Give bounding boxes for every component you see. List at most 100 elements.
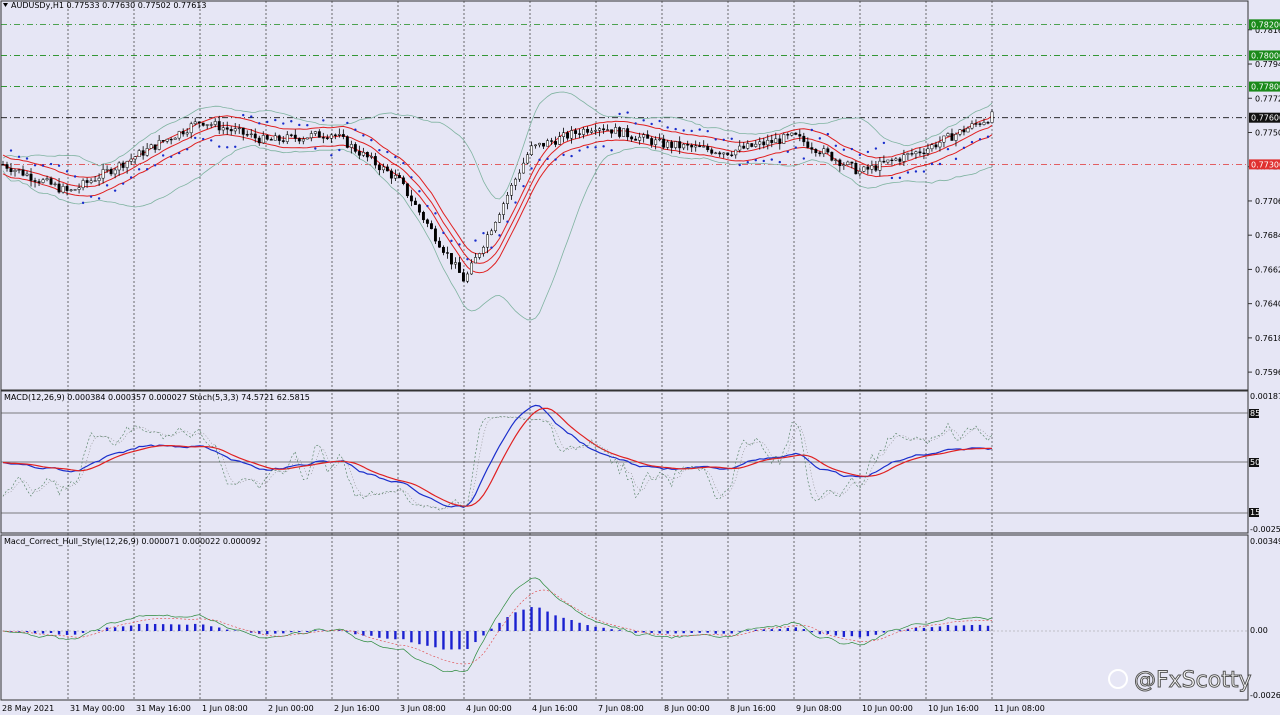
candle-body <box>554 141 558 145</box>
hist-bar <box>466 631 469 649</box>
candle-body <box>730 154 734 156</box>
candle-body <box>61 186 65 193</box>
psar-dot <box>642 119 645 122</box>
psar-dot <box>394 155 397 159</box>
candle-body <box>385 166 389 172</box>
hist-bar <box>282 631 285 634</box>
candle-body <box>522 162 525 174</box>
psar-dot <box>562 153 565 157</box>
hist-bar <box>434 631 437 648</box>
candle-body <box>970 123 974 129</box>
candle-body <box>598 128 602 131</box>
hist-bar <box>778 628 781 631</box>
psar-dot <box>698 128 701 131</box>
candle-body <box>241 127 245 135</box>
indicator2-pane[interactable] <box>0 534 1249 701</box>
hist-bar <box>498 622 501 631</box>
hist-bar <box>49 631 53 634</box>
candle-body <box>586 128 590 133</box>
candle-body <box>353 144 357 152</box>
candle-body <box>794 132 798 135</box>
candle-body <box>9 168 13 172</box>
candle-body <box>377 164 381 171</box>
candle-body <box>478 253 481 258</box>
candle-body <box>662 138 666 148</box>
candle-body <box>305 137 309 140</box>
candle-body <box>682 143 686 149</box>
psar-dot <box>121 182 125 185</box>
psar-dot <box>346 121 349 125</box>
candle-body <box>610 129 614 134</box>
candle-body <box>233 128 237 132</box>
hist-bar <box>73 631 77 635</box>
candle-body <box>926 148 930 154</box>
psar-dot <box>458 243 461 246</box>
psar-dot <box>386 150 389 154</box>
time-tick-label: 8 Jun 00:00 <box>664 704 710 713</box>
hist-bar <box>129 625 133 631</box>
psar-dot <box>266 120 269 124</box>
price-scale[interactable]: 0.781650.779450.777250.775050.772850.770… <box>1248 19 1280 377</box>
psar-dot <box>618 112 621 116</box>
hist-bar <box>898 630 902 631</box>
psar-dot <box>866 150 870 154</box>
candle-body <box>225 127 229 130</box>
psar-dot <box>818 137 822 140</box>
candle-body <box>666 141 670 148</box>
candle-body <box>189 123 193 134</box>
candle-body <box>750 143 754 147</box>
hist-bar <box>602 627 605 631</box>
psar-dot <box>250 115 253 118</box>
candle-body <box>470 262 473 275</box>
hist-bar <box>538 607 541 631</box>
psar-dot <box>202 137 205 141</box>
hist-bar <box>850 631 854 637</box>
candle-body <box>454 262 457 265</box>
candle-body <box>369 156 373 158</box>
candle-body <box>93 180 97 182</box>
hist-bar <box>618 630 621 631</box>
hist-bar <box>442 631 445 650</box>
psar-dot <box>626 111 629 114</box>
candle-body <box>954 134 958 141</box>
time-tick-label: 7 Jun 08:00 <box>598 704 644 713</box>
ind1-level-85: 85 <box>1250 409 1260 418</box>
time-tick-label: 9 Jun 08:00 <box>796 704 842 713</box>
candle-body <box>273 135 277 141</box>
candle-body <box>786 134 790 136</box>
candle-body <box>950 133 954 141</box>
candle-body <box>514 178 517 186</box>
psar-dot <box>57 164 61 167</box>
hist-bar <box>866 631 870 637</box>
hist-bar <box>458 631 461 650</box>
hist-bar <box>578 622 581 631</box>
candle-body <box>910 153 914 155</box>
candle-body <box>261 135 265 144</box>
main-pane[interactable] <box>0 0 1249 391</box>
chart-window[interactable]: AUDUSDy,H1 0.77533 0.77630 0.77502 0.776… <box>0 0 1280 715</box>
hist-bar <box>266 631 269 635</box>
psar-dot <box>474 239 477 242</box>
candle-body <box>502 203 505 215</box>
candle-body <box>269 139 273 141</box>
candle-body <box>109 169 113 175</box>
candle-body <box>854 163 858 175</box>
hist-bar <box>193 623 197 631</box>
time-axis[interactable]: 28 May 2021 31 May 00:00 31 May 16:00 1 Jun… <box>2 704 1045 713</box>
price-level-label: 0.78000 <box>1251 51 1280 60</box>
chart-canvas[interactable]: AUDUSDy,H1 0.77533 0.77630 0.77502 0.776… <box>0 0 1280 715</box>
candle-body <box>534 144 537 147</box>
candle-body <box>381 166 385 171</box>
price-tick-label: 0.77505 <box>1255 128 1280 137</box>
psar-dot <box>153 164 157 167</box>
psar-dot <box>938 162 942 166</box>
candle-body <box>293 134 297 139</box>
psar-dot <box>161 154 165 157</box>
candle-body <box>890 159 894 162</box>
candle-body <box>329 134 333 139</box>
time-tick-label: 31 May 16:00 <box>136 704 191 713</box>
psar-dot <box>858 153 862 157</box>
psar-dot <box>762 159 765 163</box>
hist-bar <box>674 631 677 634</box>
hist-bar <box>610 629 613 631</box>
